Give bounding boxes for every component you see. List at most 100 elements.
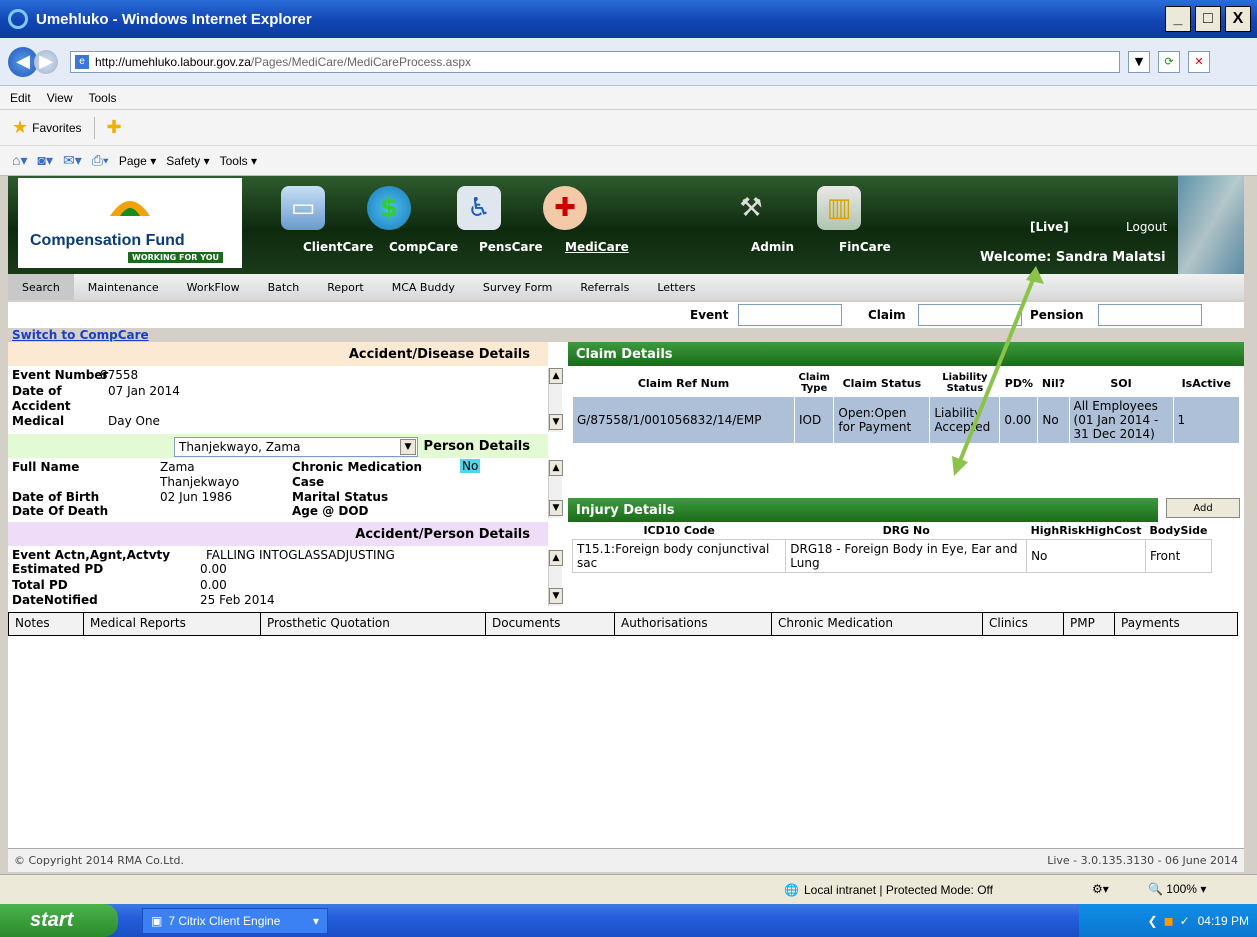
tab-notes[interactable]: Notes — [8, 612, 84, 636]
add-injury-button[interactable]: Add — [1166, 498, 1240, 518]
tray-network-icon[interactable]: ✓ — [1180, 914, 1190, 928]
accperson-scrollbar[interactable]: ▲ ▼ — [548, 550, 563, 606]
tab-prosthetic-quotation[interactable]: Prosthetic Quotation — [260, 612, 486, 636]
globe-icon: 🌐 — [784, 883, 799, 897]
taskbar: start ▣ 7 Citrix Client Engine ▾ ❮ ◼ ✓ 0… — [0, 904, 1257, 937]
scroll-down-icon[interactable]: ▼ — [549, 500, 563, 516]
tab-clinics[interactable]: Clinics — [982, 612, 1064, 636]
scroll-down-icon[interactable]: ▼ — [549, 588, 563, 604]
favorites-bar: ★ Favorites ✚ — [0, 110, 1257, 146]
zoom-control[interactable]: 🔍 100% ▾ — [1148, 882, 1206, 896]
maximize-button[interactable]: □ — [1195, 6, 1221, 32]
tab-documents[interactable]: Documents — [485, 612, 615, 636]
dob-label: Date of Birth — [12, 490, 100, 504]
menu-workflow[interactable]: WorkFlow — [173, 274, 254, 300]
refresh-icon[interactable]: ⟳ — [1158, 50, 1180, 73]
home-icon[interactable]: ⌂▾ — [12, 152, 27, 169]
menu-edit[interactable]: Edit — [10, 91, 31, 105]
chronic-medication-value: No — [460, 459, 481, 473]
person-select[interactable]: Thanjekwayo, Zama ▼ — [174, 437, 418, 457]
tools-menu[interactable]: Tools ▾ — [220, 154, 257, 168]
system-tray: ❮ ◼ ✓ 04:19 PM — [1079, 904, 1257, 937]
menu-maintenance[interactable]: Maintenance — [74, 274, 173, 300]
medical-value: Day One — [108, 414, 160, 428]
scroll-down-icon[interactable]: ▼ — [549, 414, 563, 430]
tray-chevron-icon[interactable]: ❮ — [1148, 914, 1158, 928]
menu-report[interactable]: Report — [313, 274, 377, 300]
menu-letters[interactable]: Letters — [643, 274, 709, 300]
scroll-up-icon[interactable]: ▲ — [549, 460, 563, 476]
address-bar[interactable]: e http://umehluko.labour.gov.za/Pages/Me… — [70, 50, 1120, 73]
taskbar-task-citrix[interactable]: ▣ 7 Citrix Client Engine ▾ — [142, 908, 328, 934]
menu-view[interactable]: View — [47, 91, 73, 105]
col-bodyside: BodySide — [1149, 524, 1208, 537]
security-icon[interactable]: ⚙▾ — [1092, 882, 1109, 896]
start-button[interactable]: start — [0, 904, 118, 937]
table-row[interactable]: T15.1:Foreign body conjunctival sac DRG1… — [571, 539, 1213, 573]
accident-disease-header: Accident/Disease Details — [8, 342, 548, 366]
module-fincare[interactable]: ▥ FinCare — [796, 178, 891, 268]
address-dropdown-icon[interactable]: ▼ — [1128, 50, 1150, 73]
clock: 04:19 PM — [1197, 913, 1249, 928]
dob-value: 02 Jun 1986 — [160, 490, 233, 504]
feeds-icon[interactable]: ◙▾ — [37, 152, 52, 169]
compcare-icon: $ — [367, 186, 411, 230]
pension-input[interactable] — [1098, 304, 1202, 326]
favorites-button[interactable]: Favorites — [32, 121, 81, 135]
scroll-up-icon[interactable]: ▲ — [549, 368, 563, 384]
event-label: Event — [690, 308, 729, 322]
minimize-button[interactable]: _ — [1165, 6, 1191, 32]
address-path: /Pages/MediCare/MediCareProcess.aspx — [250, 54, 471, 69]
tab-chronic-medication[interactable]: Chronic Medication — [771, 612, 983, 636]
date-notified-value: 25 Feb 2014 — [200, 593, 275, 607]
table-row[interactable]: G/87558/1/001056832/14/EMP IOD Open:Open… — [572, 396, 1241, 444]
scroll-up-icon[interactable]: ▲ — [549, 550, 563, 566]
window-title: Umehluko - Windows Internet Explorer — [36, 10, 312, 28]
print-icon[interactable]: ⎙▾ — [92, 152, 109, 169]
menu-mca-buddy[interactable]: MCA Buddy — [378, 274, 469, 300]
tab-authorisations[interactable]: Authorisations — [614, 612, 772, 636]
main-content: Accident/Disease Details Event Number 87… — [8, 266, 1244, 850]
event-action-label: Event Actn,Agnt,Actvty — [12, 548, 171, 562]
menu-tools[interactable]: Tools — [88, 91, 116, 105]
module-compcare[interactable]: $ CompCare — [346, 178, 458, 268]
menu-survey-form[interactable]: Survey Form — [469, 274, 566, 300]
age-dod-label: Age @ DOD — [292, 504, 369, 518]
tray-app-icon[interactable]: ◼ — [1164, 914, 1174, 928]
event-number-value: 87558 — [100, 368, 139, 382]
accident-scrollbar[interactable]: ▲ ▼ — [548, 368, 563, 432]
chevron-down-icon[interactable]: ▼ — [400, 439, 416, 455]
logout-link[interactable]: Logout — [1126, 220, 1167, 234]
person-scrollbar[interactable]: ▲ ▼ — [548, 460, 563, 518]
accident-person-header: Accident/Person Details — [8, 522, 548, 546]
window-titlebar[interactable]: Umehluko - Windows Internet Explorer _ □… — [0, 0, 1257, 38]
tab-medical-reports[interactable]: Medical Reports — [83, 612, 261, 636]
menu-search[interactable]: Search — [8, 274, 74, 300]
page-menu[interactable]: Page ▾ — [119, 154, 156, 168]
module-penscare[interactable]: ♿ PensCare — [436, 178, 543, 268]
mail-icon[interactable]: ✉▾ — [63, 152, 82, 169]
favorites-star-icon[interactable]: ★ — [12, 117, 28, 138]
last-name-value: Thanjekwayo — [160, 475, 240, 489]
add-favorite-icon[interactable]: ✚ — [107, 117, 122, 138]
col-claim-type: Claim Type — [798, 372, 830, 394]
injury-table: ICD10 Code DRG No HighRiskHighCost BodyS… — [571, 522, 1213, 573]
close-button[interactable]: X — [1225, 6, 1251, 32]
tab-payments[interactable]: Payments — [1114, 612, 1238, 636]
forward-arrow-icon[interactable]: ▶ — [34, 49, 58, 74]
menu-referrals[interactable]: Referrals — [566, 274, 643, 300]
total-pd-label: Total PD — [12, 578, 68, 592]
safety-menu[interactable]: Safety ▾ — [166, 154, 209, 168]
event-input[interactable] — [738, 304, 842, 326]
live-indicator: [Live] — [1030, 220, 1069, 234]
event-number-label: Event Number — [12, 368, 109, 382]
tab-pmp[interactable]: PMP — [1063, 612, 1115, 636]
module-admin[interactable]: ⚒ Admin — [708, 178, 794, 268]
module-medicare[interactable]: ✚ MediCare — [522, 178, 629, 268]
stop-icon[interactable]: ✕ — [1188, 50, 1210, 73]
chevron-up-icon: ▾ — [312, 914, 319, 928]
switch-to-compcare-link[interactable]: Switch to CompCare — [12, 328, 149, 342]
menu-batch[interactable]: Batch — [254, 274, 314, 300]
full-name-label: Full Name — [12, 460, 80, 474]
module-clientcare[interactable]: ▭ ClientCare — [260, 178, 373, 268]
